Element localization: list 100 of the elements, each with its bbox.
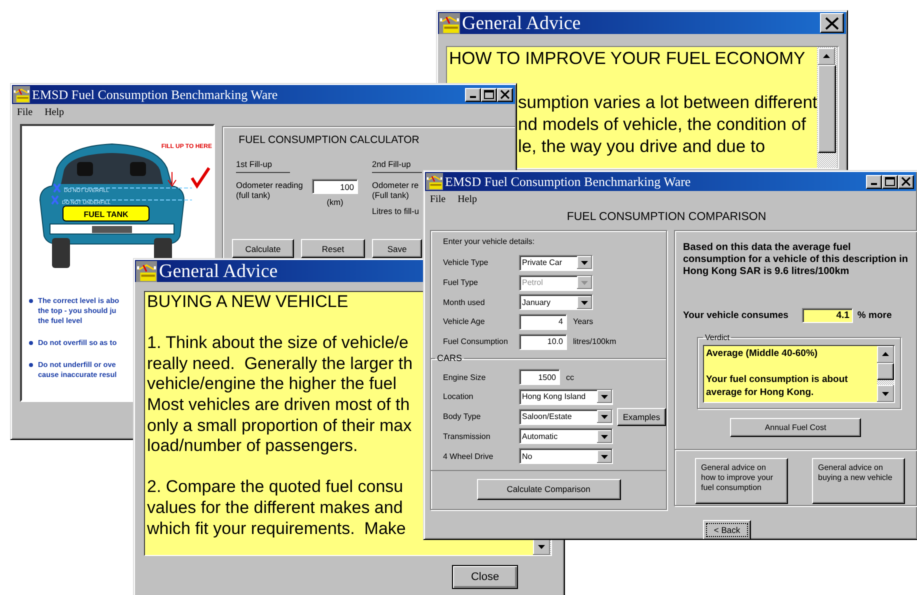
verdict-rating: Average (Middle 40-60%) bbox=[706, 347, 819, 360]
close-icon bbox=[901, 177, 911, 186]
advice-text-line: Most vehicles are driven most of th bbox=[147, 394, 410, 416]
dropdown[interactable]: Saloon/Estate bbox=[519, 408, 613, 425]
advice-text-line: load/number of passengers. bbox=[147, 436, 358, 457]
section-label: Enter your vehicle details: bbox=[443, 237, 536, 248]
fuel-gauge-icon bbox=[426, 173, 443, 190]
caret-icon bbox=[577, 296, 592, 309]
input-field[interactable]: 4 bbox=[519, 314, 567, 330]
scroll-up-button[interactable] bbox=[877, 346, 894, 363]
summary-text: Based on this data the average fuel consumption for a vehicle of this description in Hong Kong SAR is 9.6 litres/100km bbox=[683, 242, 910, 278]
field-label: Body Type bbox=[443, 412, 482, 422]
unit-label: Years bbox=[573, 317, 594, 326]
bullet-icon bbox=[29, 299, 33, 303]
advice-text-line: only a small proportion of their max bbox=[147, 416, 412, 436]
caret-icon bbox=[577, 276, 592, 290]
dropdown[interactable]: January bbox=[519, 294, 593, 310]
field-label: Fuel Consumption bbox=[443, 337, 509, 346]
maximize-button[interactable] bbox=[481, 88, 497, 102]
menu-item[interactable]: Help bbox=[458, 194, 478, 204]
advice-text-line: which fit your requirements. Make bbox=[147, 518, 406, 540]
caret-icon bbox=[597, 450, 612, 463]
field-label: Transmission bbox=[443, 432, 492, 441]
window-heading: FUEL CONSUMPTION COMPARISON bbox=[566, 210, 768, 225]
field-label: Fuel Type bbox=[443, 278, 479, 288]
menu-item[interactable]: File bbox=[430, 194, 446, 204]
input-field[interactable]: 10.0 bbox=[519, 334, 567, 350]
field-label: Odometer re bbox=[372, 179, 420, 190]
window-title: General Advice bbox=[461, 14, 581, 32]
result-value: 4.1 bbox=[802, 308, 854, 323]
advice-button[interactable]: General advice on how to improve your fuel consumption bbox=[695, 458, 788, 504]
advice-text-line: le, the way you drive and due to bbox=[518, 135, 766, 157]
field-label: (full tank) bbox=[236, 190, 272, 200]
advice-button[interactable]: General advice on buying a new vehicle bbox=[812, 458, 905, 504]
close-button[interactable] bbox=[820, 13, 844, 33]
verdict-message: Your fuel consumption is about average for Hong Kong. bbox=[706, 373, 849, 399]
dropdown[interactable]: No bbox=[519, 448, 613, 464]
scroll-thumb[interactable] bbox=[818, 65, 836, 153]
advice-text-line: vehicle/engine the higher the fuel bbox=[147, 374, 397, 395]
fuel-gauge-icon bbox=[439, 12, 460, 34]
dropdown[interactable]: Private Car bbox=[519, 254, 593, 271]
field-label: Litres to fill-u bbox=[372, 206, 420, 216]
back-button[interactable]: < Back bbox=[703, 520, 751, 539]
panel-heading: FUEL CONSUMPTION CALCULATOR bbox=[238, 134, 420, 146]
examples-button[interactable]: Examples bbox=[617, 408, 666, 426]
menu-item[interactable]: Help bbox=[44, 106, 64, 118]
close-button[interactable] bbox=[497, 88, 513, 102]
unit-label: litres/100km bbox=[573, 337, 616, 346]
input-field[interactable]: 1500 bbox=[519, 369, 560, 386]
field-label: Location bbox=[443, 392, 474, 402]
advice-heading: BUYING A NEW VEHICLE bbox=[147, 292, 348, 313]
field-label: Month used bbox=[443, 298, 486, 307]
field-label: Odometer reading bbox=[236, 180, 304, 190]
dropdown[interactable]: Automatic bbox=[519, 428, 613, 444]
unit-label: (km) bbox=[326, 197, 344, 207]
field-label: Vehicle Age bbox=[443, 317, 486, 326]
scroll-down-button[interactable] bbox=[877, 385, 894, 402]
field-label: 4 Wheel Drive bbox=[443, 452, 494, 461]
tank-label: FUEL TANK bbox=[84, 210, 128, 219]
result-label: Your vehicle consumes bbox=[683, 310, 788, 321]
caret-icon bbox=[597, 430, 612, 443]
section-label: 1st Fill-up bbox=[236, 159, 290, 173]
menu-item[interactable]: File bbox=[17, 106, 33, 118]
annual-cost-button[interactable]: Annual Fuel Cost bbox=[730, 418, 861, 437]
caret-icon bbox=[597, 390, 612, 404]
dropdown[interactable]: Hong Kong Island bbox=[519, 388, 613, 405]
section-label: Verdict bbox=[704, 333, 730, 342]
field-label: Vehicle Type bbox=[443, 258, 490, 268]
close-button[interactable] bbox=[898, 174, 914, 188]
close-button[interactable]: Close bbox=[452, 565, 518, 589]
calculate-button[interactable]: Calculate Comparison bbox=[476, 478, 620, 500]
close-icon bbox=[500, 90, 510, 99]
fuel-gauge-icon bbox=[136, 260, 157, 282]
maximize-icon bbox=[885, 177, 895, 186]
bullet-icon bbox=[29, 363, 33, 367]
maximize-icon bbox=[484, 90, 494, 99]
caret-icon bbox=[577, 256, 592, 270]
window-title: EMSD Fuel Consumption Benchmarking Ware bbox=[31, 88, 278, 101]
minimize-button[interactable] bbox=[866, 174, 882, 188]
maximize-button[interactable] bbox=[882, 174, 898, 188]
advice-text-line: 1. Think about the size of vehicle/e bbox=[147, 333, 408, 354]
field-label: Engine Size bbox=[443, 372, 487, 382]
advice-text-line: really need. Generally the larger th bbox=[147, 354, 413, 374]
caret-icon bbox=[597, 410, 612, 424]
advice-text-line: sumption varies a lot between different bbox=[518, 91, 818, 113]
input-field[interactable]: 100 bbox=[312, 179, 358, 194]
advice-heading: HOW TO IMPROVE YOUR FUEL ECONOMY bbox=[449, 47, 806, 69]
scroll-up-button[interactable] bbox=[818, 48, 835, 65]
section-label: 2nd Fill-up bbox=[372, 159, 422, 173]
unit-label: % more bbox=[857, 310, 892, 321]
advice-text-line: nd models of vehicle, the condition of bbox=[518, 113, 806, 135]
minimize-button[interactable] bbox=[465, 88, 481, 102]
action-button[interactable]: Reset bbox=[301, 239, 365, 258]
section-label: CARS bbox=[436, 353, 464, 364]
bullet-icon bbox=[29, 341, 33, 345]
field-label: (Full tank) bbox=[372, 190, 410, 200]
scroll-thumb[interactable] bbox=[877, 363, 894, 380]
action-button[interactable]: Save bbox=[372, 239, 422, 258]
action-button[interactable]: Calculate bbox=[232, 239, 294, 258]
close-icon bbox=[825, 16, 839, 30]
